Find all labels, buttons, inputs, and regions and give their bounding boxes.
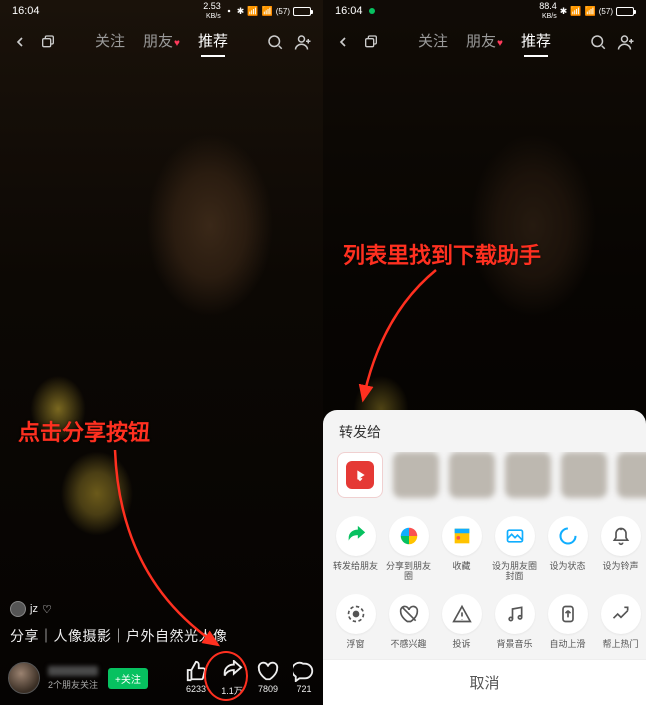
status-time: 16:04 xyxy=(335,5,375,17)
add-friend-icon[interactable] xyxy=(293,33,313,51)
share-sheet-title: 转发给 xyxy=(323,422,646,452)
share-button[interactable]: 1.1万 xyxy=(221,660,243,697)
background-music[interactable]: 背景音乐 xyxy=(488,594,541,649)
contact-avatar[interactable] xyxy=(561,452,607,498)
author-name-blur xyxy=(48,666,98,676)
float-window[interactable]: 浮窗 xyxy=(329,594,382,649)
author-name: jz xyxy=(30,603,38,615)
report[interactable]: 投诉 xyxy=(435,594,488,649)
tab-follow[interactable]: 关注 xyxy=(95,30,125,55)
share-to-moments[interactable]: 分享到朋友圈 xyxy=(382,516,435,582)
status-icons: 2.53 KB/s ✱ 📶 📶 (57) xyxy=(203,2,311,20)
share-sheet: 转发给 转发给朋友 分 xyxy=(323,410,646,705)
not-interested[interactable]: 不感兴趣 xyxy=(382,594,435,649)
heart-icon: ♡ xyxy=(42,603,52,616)
auto-scroll[interactable]: 自动上滑 xyxy=(541,594,594,649)
phone-left: 16:04 2.53 KB/s ✱ 📶 📶 (57) xyxy=(0,0,323,705)
status-bar: 16:04 2.53 KB/s ✱ 📶 📶 (57) xyxy=(0,0,323,22)
feed-tabs: 关注 朋友♥ 推荐 xyxy=(66,30,257,55)
back-icon[interactable] xyxy=(10,34,30,50)
window-icon[interactable] xyxy=(38,34,58,50)
like-button[interactable]: 6233 xyxy=(185,660,207,697)
download-helper-app[interactable] xyxy=(337,452,383,498)
favorite[interactable]: 收藏 xyxy=(435,516,488,582)
author-avatar-small xyxy=(10,601,26,617)
comment-button[interactable]: 721 xyxy=(293,660,315,697)
tab-friends[interactable]: 朋友♥ xyxy=(466,30,503,55)
contact-avatar[interactable] xyxy=(449,452,495,498)
share-actions-row-1: 转发给朋友 分享到朋友圈 收藏 设为朋友圈封面 设为状态 xyxy=(323,510,646,588)
tab-recommend[interactable]: 推荐 xyxy=(198,30,228,55)
heart-icon: ♥ xyxy=(174,38,180,49)
follow-button[interactable]: +关注 xyxy=(108,668,148,689)
author-line[interactable]: jz ♡ xyxy=(10,601,313,617)
share-count: 1.1万 xyxy=(221,684,243,697)
caption-text: 分享｜人像摄影｜户外自然光人像 xyxy=(10,627,313,647)
add-friend-icon[interactable] xyxy=(616,33,636,51)
author-avatar[interactable] xyxy=(8,662,40,694)
set-ringtone[interactable]: 设为铃声 xyxy=(594,516,646,582)
like-count: 6233 xyxy=(186,684,206,694)
top-nav: 关注 朋友♥ 推荐 xyxy=(0,22,323,62)
status-icons: 88.4 KB/s ✱📶📶 (57) xyxy=(539,2,634,20)
feed-photo xyxy=(0,0,323,705)
friends-following: 2个朋友关注 xyxy=(48,678,98,691)
fav-button[interactable]: 7809 xyxy=(257,660,279,697)
share-actions-row-2: 浮窗 不感兴趣 投诉 背景音乐 自动上滑 xyxy=(323,588,646,655)
caption-area: jz ♡ 分享｜人像摄影｜户外自然光人像 xyxy=(10,601,313,647)
boost-trending[interactable]: 帮上热门 xyxy=(594,594,646,649)
set-status[interactable]: 设为状态 xyxy=(541,516,594,582)
comment-count: 721 xyxy=(296,684,311,694)
tab-friends[interactable]: 朋友♥ xyxy=(143,30,180,55)
tab-recommend[interactable]: 推荐 xyxy=(521,30,551,55)
cancel-button[interactable]: 取消 xyxy=(323,659,646,705)
annotation-text: 点击分享按钮 xyxy=(18,415,150,447)
fav-count: 7809 xyxy=(258,684,278,694)
notification-dot xyxy=(369,8,375,14)
set-moments-cover[interactable]: 设为朋友圈封面 xyxy=(488,516,541,582)
back-icon[interactable] xyxy=(333,34,353,50)
contact-avatar[interactable] xyxy=(617,452,646,498)
status-time: 16:04 xyxy=(12,5,40,17)
search-icon[interactable] xyxy=(265,33,285,51)
top-nav: 关注 朋友♥ 推荐 xyxy=(323,22,646,62)
annotation-text: 列表里找到下载助手 xyxy=(343,238,541,270)
action-bar: 2个朋友关注 +关注 6233 1.1万 7809 721 xyxy=(0,651,323,705)
contact-avatar[interactable] xyxy=(393,452,439,498)
tab-follow[interactable]: 关注 xyxy=(418,30,448,55)
status-bar: 16:04 88.4 KB/s ✱📶📶 (57) xyxy=(323,0,646,22)
search-icon[interactable] xyxy=(588,33,608,51)
window-icon[interactable] xyxy=(361,34,381,50)
phone-right: 16:04 88.4 KB/s ✱📶📶 (57) 关注 朋友♥ 推 xyxy=(323,0,646,705)
share-to-friend[interactable]: 转发给朋友 xyxy=(329,516,382,582)
contact-avatar[interactable] xyxy=(505,452,551,498)
share-contacts-row[interactable] xyxy=(323,452,646,510)
